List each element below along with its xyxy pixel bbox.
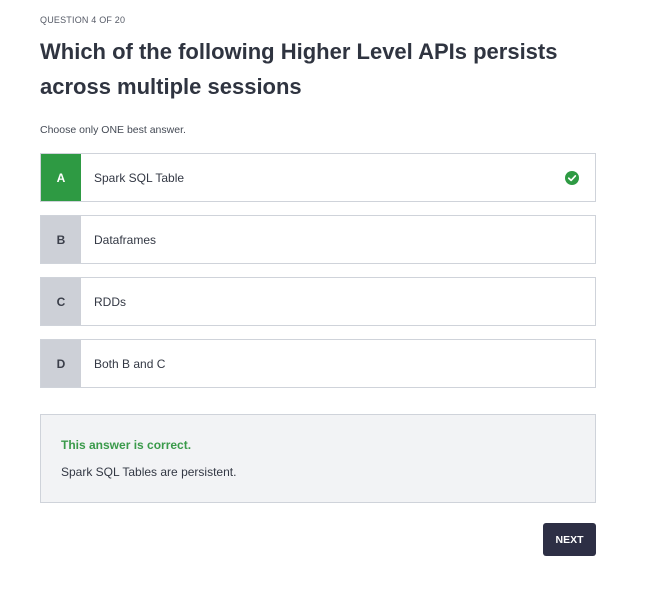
option-label: Dataframes [94, 232, 157, 247]
question-title: Which of the following Higher Level APIs… [40, 39, 558, 99]
option-letter: C [41, 278, 81, 325]
answer-instruction: Choose only ONE best answer. [40, 124, 186, 136]
option-letter: A [41, 154, 81, 201]
feedback-panel: This answer is correct. Spark SQL Tables… [40, 414, 596, 503]
option-a[interactable]: A Spark SQL Table [40, 153, 596, 202]
option-label: Spark SQL Table [94, 170, 185, 185]
option-d[interactable]: D Both B and C [40, 339, 596, 388]
option-c[interactable]: C RDDs [40, 277, 596, 326]
option-b[interactable]: B Dataframes [40, 215, 596, 264]
feedback-text: Spark SQL Tables are persistent. [61, 465, 237, 479]
option-label: RDDs [94, 294, 126, 309]
option-letter: D [41, 340, 81, 387]
option-letter: B [41, 216, 81, 263]
next-button[interactable]: NEXT [543, 523, 596, 556]
feedback-title: This answer is correct. [61, 438, 192, 452]
question-counter: QUESTION 4 OF 20 [40, 15, 126, 25]
check-circle-icon [565, 170, 579, 185]
option-label: Both B and C [94, 356, 166, 371]
